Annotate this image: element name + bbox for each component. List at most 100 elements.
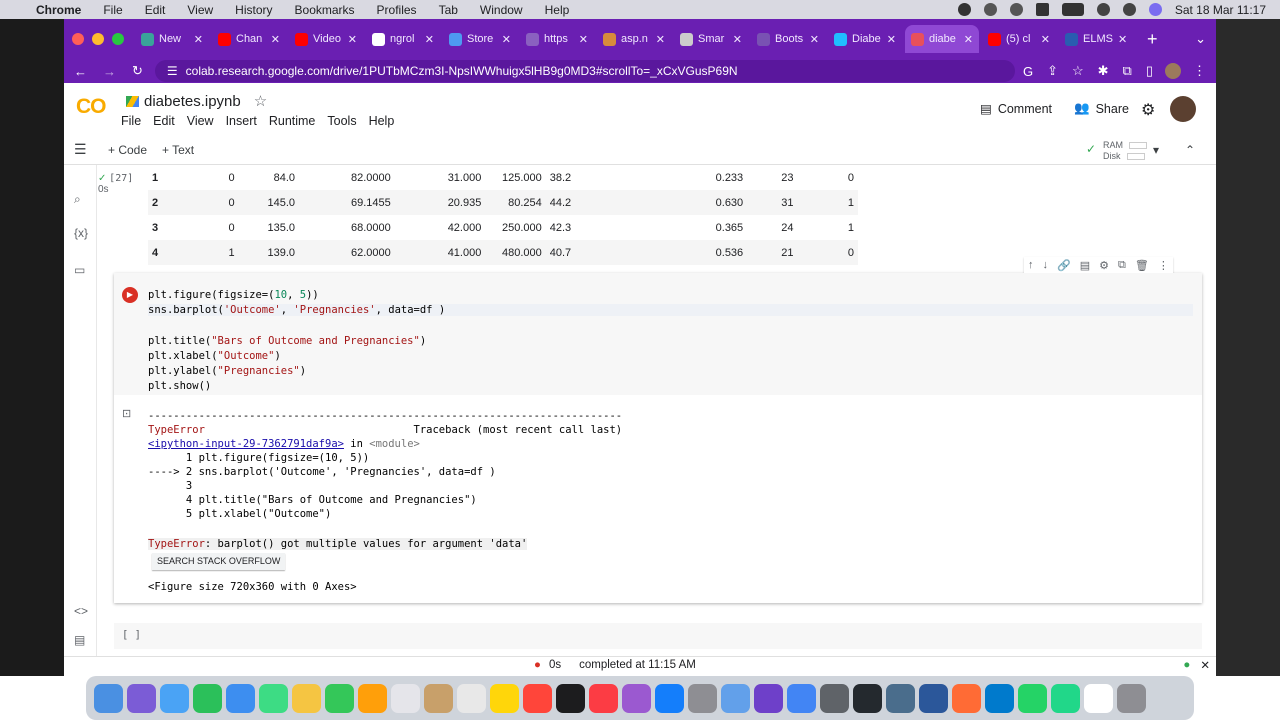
menubar-item[interactable]: View — [187, 3, 213, 17]
run-error-icon[interactable]: ▶ — [122, 287, 138, 303]
filename[interactable]: diabetes.ipynb — [144, 93, 241, 110]
menu-item[interactable]: Insert — [226, 114, 257, 128]
siri-icon[interactable] — [1148, 3, 1162, 16]
traceback-location[interactable]: <ipython-input-29-7362791daf9a> in <modu… — [148, 438, 420, 450]
browser-tab[interactable]: asp.n ✕ — [597, 25, 671, 53]
add-code-button[interactable]: + Code — [108, 143, 147, 157]
dock-app-icon[interactable] — [259, 683, 288, 713]
close-tab-icon[interactable]: ✕ — [1118, 33, 1127, 46]
browser-tab[interactable]: https ✕ — [520, 25, 594, 53]
back-icon[interactable]: ← — [74, 64, 87, 79]
close-tab-icon[interactable]: ✕ — [1041, 33, 1050, 46]
play-icon[interactable] — [983, 3, 997, 16]
add-text-button[interactable]: + Text — [162, 143, 194, 157]
keyboard-icon[interactable] — [1035, 3, 1049, 16]
move-down-icon[interactable]: ↓ — [1043, 259, 1049, 272]
dock-app-icon[interactable] — [424, 683, 453, 713]
search-icon[interactable] — [1122, 3, 1136, 16]
menu-item[interactable]: Tools — [327, 114, 356, 128]
battery-icon[interactable] — [1061, 3, 1084, 16]
dock-app-icon[interactable] — [589, 683, 618, 713]
dock-app-icon[interactable] — [556, 683, 585, 713]
close-tab-icon[interactable]: ✕ — [194, 33, 203, 46]
chevron-down-icon[interactable]: ▾ — [1153, 143, 1159, 157]
menubar-item[interactable]: Bookmarks — [295, 3, 355, 17]
dock-app-icon[interactable] — [655, 683, 684, 713]
mirror-icon[interactable]: ⧉ — [1118, 259, 1126, 272]
menubar-item[interactable]: Window — [480, 3, 523, 17]
menu-item[interactable]: Edit — [153, 114, 175, 128]
dock-app-icon[interactable] — [490, 683, 519, 713]
connected-check-icon[interactable]: ✓ — [1086, 142, 1096, 156]
dock-app-icon[interactable] — [622, 683, 651, 713]
table-of-contents-icon[interactable]: ☰ — [74, 141, 87, 158]
close-tab-icon[interactable]: ✕ — [964, 33, 973, 46]
record-icon[interactable] — [957, 3, 971, 16]
close-tab-icon[interactable]: ✕ — [579, 33, 588, 46]
close-tab-icon[interactable]: ✕ — [271, 33, 280, 46]
dock-app-icon[interactable] — [721, 683, 750, 713]
gear-icon[interactable]: ⚙ — [1141, 100, 1155, 120]
search-stack-overflow-button[interactable]: SEARCH STACK OVERFLOW — [152, 553, 286, 570]
url-field[interactable]: ☰ colab.research.google.com/drive/1PUTbM… — [154, 60, 1015, 82]
dock-app-icon[interactable] — [193, 683, 222, 713]
bookmark-star-icon[interactable]: ☆ — [1072, 63, 1084, 79]
browser-tab[interactable]: Video ✕ — [289, 25, 363, 53]
comment-icon[interactable]: ▤ — [1080, 259, 1090, 272]
chevron-up-icon[interactable]: ⌃ — [1185, 143, 1195, 157]
browser-tab[interactable]: Chan ✕ — [212, 25, 286, 53]
wifi-icon[interactable] — [1096, 3, 1110, 16]
clock[interactable]: Sat 18 Mar 11:17 — [1175, 3, 1266, 17]
dock-app-icon[interactable] — [325, 683, 354, 713]
menubar-item[interactable]: Tab — [439, 3, 458, 17]
extension-icon[interactable]: ✱ — [1098, 63, 1109, 79]
comment-button[interactable]: ▤ Comment — [980, 101, 1052, 117]
browser-tab[interactable]: ELMS ✕ — [1059, 25, 1133, 53]
browser-tab[interactable]: diabe ✕ — [905, 25, 979, 53]
share-page-icon[interactable]: ⇪ — [1047, 63, 1058, 79]
more-icon[interactable]: ⋮ — [1158, 259, 1169, 272]
reload-icon[interactable]: ↻ — [132, 63, 143, 79]
close-window-button[interactable] — [72, 33, 84, 45]
browser-tab[interactable]: Smar ✕ — [674, 25, 748, 53]
dock-app-icon[interactable] — [919, 683, 948, 713]
star-icon[interactable]: ☆ — [254, 92, 267, 110]
dock-app-icon[interactable] — [853, 683, 882, 713]
sidebar-icon[interactable]: ▯ — [1146, 63, 1153, 79]
pause-icon[interactable] — [1009, 3, 1023, 16]
close-tab-icon[interactable]: ✕ — [656, 33, 665, 46]
forward-icon[interactable]: → — [103, 64, 116, 79]
browser-tab[interactable]: ngrol ✕ — [366, 25, 440, 53]
code-cell[interactable]: ↑ ↓ 🔗 ▤ ⚙ ⧉ 🗑 ⋮ ▶ plt.figure(figsize=(10… — [114, 257, 1202, 603]
dock-app-icon[interactable] — [1018, 683, 1047, 713]
dock-app-icon[interactable] — [94, 683, 123, 713]
close-tab-icon[interactable]: ✕ — [810, 33, 819, 46]
menu-item[interactable]: File — [121, 114, 141, 128]
menubar-item[interactable]: Help — [545, 3, 570, 17]
empty-code-cell[interactable]: [ ] — [114, 623, 1202, 649]
share-button[interactable]: 👥 Share — [1074, 101, 1129, 116]
more-icon[interactable]: ⋮ — [1193, 63, 1206, 79]
dock-app-icon[interactable] — [952, 683, 981, 713]
browser-tab[interactable]: New ✕ — [135, 25, 209, 53]
browser-tab[interactable]: (5) cl ✕ — [982, 25, 1056, 53]
link-icon[interactable]: 🔗 — [1057, 259, 1071, 272]
close-tab-icon[interactable]: ✕ — [348, 33, 357, 46]
delete-icon[interactable]: 🗑 — [1135, 259, 1149, 272]
code-snippets-icon[interactable]: <> — [74, 604, 88, 618]
zoom-window-button[interactable] — [112, 33, 124, 45]
dock-app-icon[interactable] — [226, 683, 255, 713]
dock-app-icon[interactable] — [127, 683, 156, 713]
puzzle-icon[interactable]: ⧉ — [1123, 63, 1132, 79]
folder-icon[interactable]: ▭ — [74, 263, 85, 277]
menubar-item[interactable]: Profiles — [377, 3, 417, 17]
browser-tab[interactable]: Boots ✕ — [751, 25, 825, 53]
menu-item[interactable]: Help — [369, 114, 395, 128]
avatar[interactable] — [1170, 96, 1196, 122]
close-tab-icon[interactable]: ✕ — [887, 33, 896, 46]
resource-meter[interactable]: RAM Disk — [1103, 140, 1147, 162]
dock-app-icon[interactable] — [688, 683, 717, 713]
dock-app-icon[interactable] — [523, 683, 552, 713]
dock-app-icon[interactable] — [1117, 683, 1146, 713]
close-tab-icon[interactable]: ✕ — [425, 33, 434, 46]
